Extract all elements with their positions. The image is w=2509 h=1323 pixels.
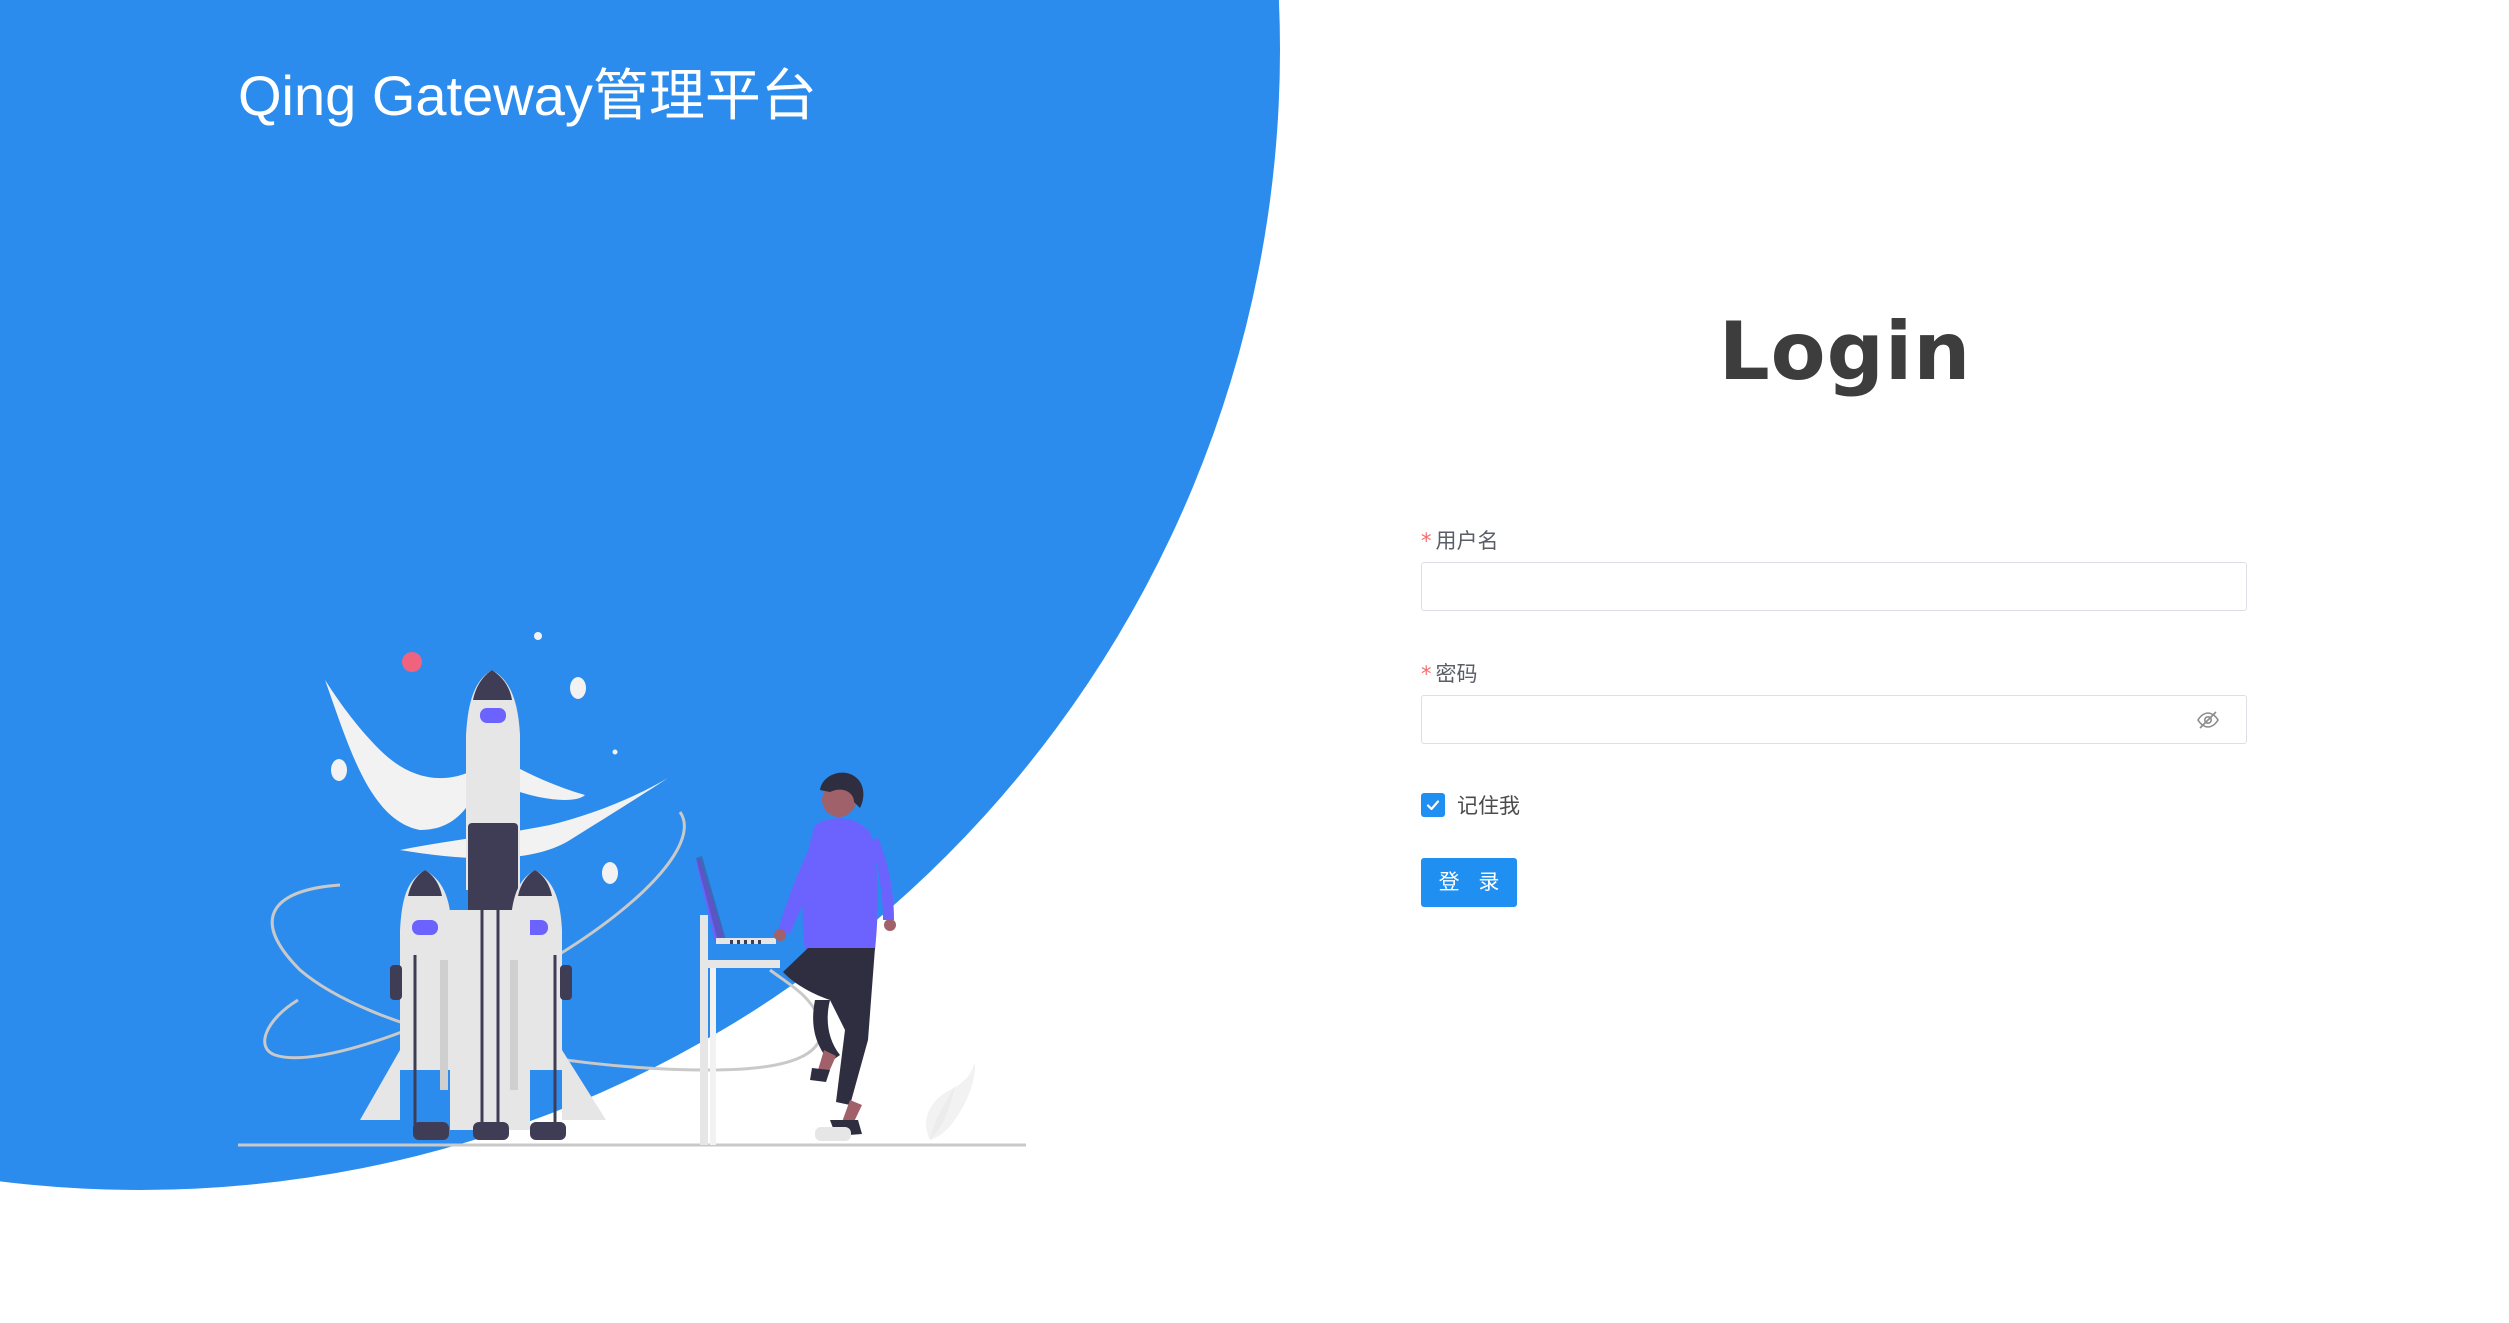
- eye-hidden-icon[interactable]: [2196, 708, 2220, 732]
- checkbox-checked-icon[interactable]: [1421, 793, 1445, 817]
- login-page: Qing Gateway管理平台 Login * 用户名 * 密码 记住我 登 …: [0, 0, 2509, 1323]
- login-form: * 用户名 * 密码 记住我 登 录: [1421, 520, 2247, 907]
- login-heading: Login: [1718, 305, 1972, 398]
- required-mark: *: [1421, 529, 1432, 553]
- password-label: * 密码: [1421, 653, 2247, 695]
- app-title: Qing Gateway管理平台: [238, 64, 817, 127]
- launch-illustration: [238, 632, 1026, 1147]
- password-label-text: 密码: [1435, 662, 1478, 686]
- required-mark: *: [1421, 662, 1432, 686]
- remember-me-checkbox[interactable]: 记住我: [1421, 790, 2247, 820]
- password-input[interactable]: [1421, 695, 2247, 744]
- login-button[interactable]: 登 录: [1421, 858, 1517, 907]
- username-input[interactable]: [1421, 562, 2247, 611]
- remember-me-label: 记住我: [1457, 794, 1520, 818]
- username-label-text: 用户名: [1435, 529, 1499, 553]
- username-label: * 用户名: [1421, 520, 2247, 562]
